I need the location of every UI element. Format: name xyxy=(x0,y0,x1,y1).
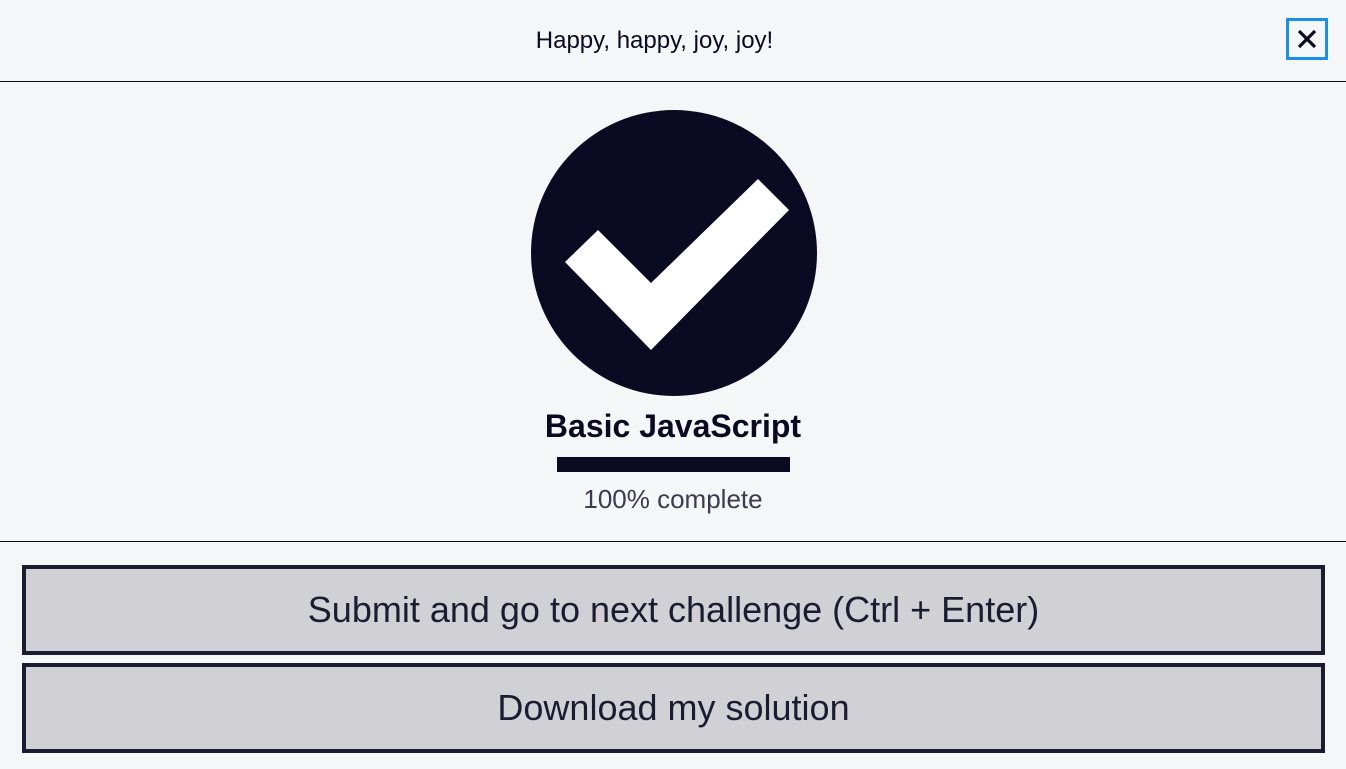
block-title: Basic JavaScript xyxy=(544,408,802,444)
completion-modal: Happy, happy, joy, joy! Basic JavaScript… xyxy=(0,0,1346,769)
progress-label: 100% complete xyxy=(583,484,763,514)
progress-bar-fill xyxy=(557,457,790,472)
modal-body: Basic JavaScript 100% complete xyxy=(0,82,1346,542)
modal-header: Happy, happy, joy, joy! xyxy=(0,0,1346,82)
close-button[interactable] xyxy=(1286,18,1328,60)
modal-title: Happy, happy, joy, joy! xyxy=(535,26,774,54)
checkmark-circle-icon xyxy=(531,110,817,396)
download-solution-button[interactable]: Download my solution xyxy=(22,663,1325,753)
submit-next-challenge-button[interactable]: Submit and go to next challenge (Ctrl + … xyxy=(22,565,1325,655)
close-icon xyxy=(1297,29,1317,49)
progress-bar xyxy=(557,457,790,472)
